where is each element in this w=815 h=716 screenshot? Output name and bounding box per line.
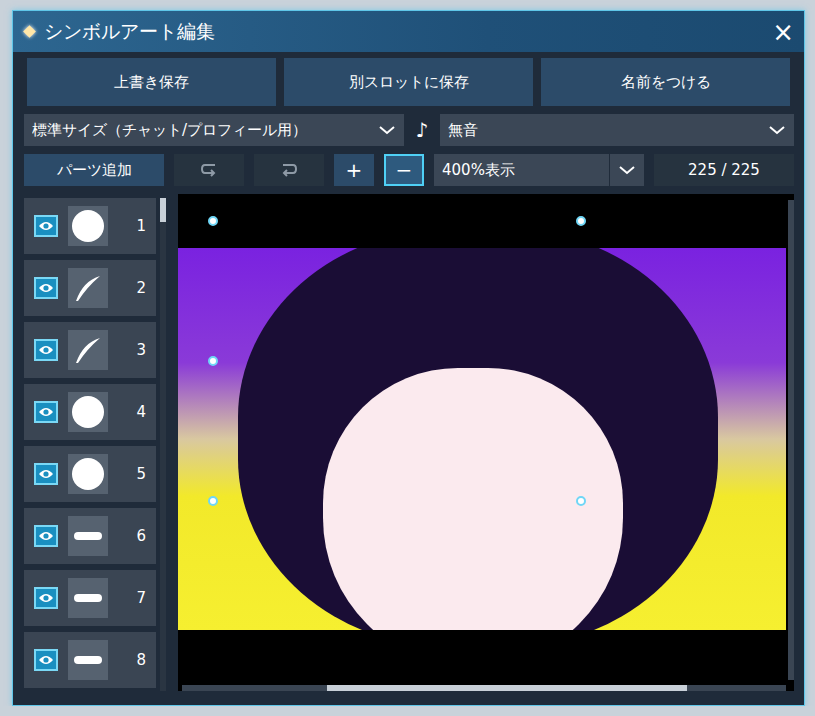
chevron-icon (760, 114, 794, 146)
canvas[interactable] (178, 194, 794, 691)
visibility-toggle[interactable] (34, 339, 58, 361)
window-title: シンボルアート編集 (44, 19, 772, 45)
symbol-art-picture (178, 248, 786, 630)
zoom-out-button[interactable]: − (384, 154, 424, 186)
canvas-horizontal-scrollbar[interactable] (182, 685, 786, 691)
layer-thumbnail (68, 578, 108, 618)
layer-item[interactable]: 3 (24, 322, 156, 378)
layer-item[interactable]: 7 (24, 570, 156, 626)
redo-button[interactable] (254, 154, 324, 186)
zoom-in-button[interactable]: + (334, 154, 374, 186)
layer-number: 2 (118, 279, 146, 297)
curve-icon (73, 335, 103, 365)
add-part-button[interactable]: パーツ追加 (24, 154, 164, 186)
layer-thumbnail (68, 268, 108, 308)
action-button[interactable]: 別スロットに保存 (284, 58, 533, 106)
selection-handle[interactable] (576, 496, 586, 506)
circle-icon (72, 396, 104, 428)
layer-thumbnail (68, 330, 108, 370)
curve-icon (73, 273, 103, 303)
close-button[interactable]: × (772, 19, 794, 45)
title-bar[interactable]: シンボルアート編集× (13, 11, 804, 52)
layer-list[interactable]: 1 2 3 4 5 6 7 8 (24, 194, 156, 691)
layer-thumbnail (68, 640, 108, 680)
layer-thumbnail (68, 392, 108, 432)
visibility-toggle[interactable] (34, 277, 58, 299)
undo-button[interactable] (174, 154, 244, 186)
selection-handle[interactable] (576, 216, 586, 226)
eye-icon (38, 344, 54, 356)
visibility-toggle[interactable] (34, 215, 58, 237)
layer-number: 5 (118, 465, 146, 483)
layer-item[interactable]: 1 (24, 198, 156, 254)
layer-thumbnail (68, 206, 108, 246)
bar-icon (74, 532, 102, 540)
undo-icon (199, 162, 219, 178)
layer-number: 4 (118, 403, 146, 421)
bar-icon (74, 594, 102, 602)
layer-item[interactable]: 6 (24, 508, 156, 564)
circle-icon (72, 458, 104, 490)
selection-handle[interactable] (208, 356, 218, 366)
visibility-toggle[interactable] (34, 401, 58, 423)
zoom-dropdown[interactable]: 400%表示 (434, 154, 644, 186)
layer-item[interactable]: 2 (24, 260, 156, 316)
eye-icon (38, 468, 54, 480)
chevron-icon (609, 154, 644, 186)
layer-number: 7 (118, 589, 146, 607)
eye-icon (38, 654, 54, 666)
visibility-toggle[interactable] (34, 463, 58, 485)
layer-scrollbar[interactable] (160, 198, 166, 691)
layer-thumbnail (68, 516, 108, 556)
action-button[interactable]: 名前をつける (541, 58, 790, 106)
canvas-vertical-scrollbar[interactable] (788, 200, 794, 680)
layer-item[interactable]: 4 (24, 384, 156, 440)
eye-icon (38, 592, 54, 604)
layer-number: 1 (118, 217, 146, 235)
eye-icon (38, 282, 54, 294)
visibility-toggle[interactable] (34, 587, 58, 609)
layer-number: 8 (118, 651, 146, 669)
visibility-toggle[interactable] (34, 525, 58, 547)
eye-icon (38, 406, 54, 418)
music-note-icon: ♪ (414, 118, 430, 142)
chevron-icon (370, 114, 404, 146)
size-dropdown[interactable]: 標準サイズ（チャット/プロフィール用） (24, 114, 404, 146)
layer-number: 6 (118, 527, 146, 545)
circle-icon (72, 210, 104, 242)
redo-icon (279, 162, 299, 178)
action-button[interactable]: 上書き保存 (27, 58, 276, 106)
selection-handle[interactable] (208, 216, 218, 226)
sound-dropdown[interactable]: 無音 (440, 114, 794, 146)
eye-icon (38, 220, 54, 232)
selection-handle[interactable] (208, 496, 218, 506)
layer-item[interactable]: 5 (24, 446, 156, 502)
visibility-toggle[interactable] (34, 649, 58, 671)
eye-icon (38, 530, 54, 542)
layer-number: 3 (118, 341, 146, 359)
layer-item[interactable]: 8 (24, 632, 156, 688)
symbol-art-window: シンボルアート編集× 上書き保存別スロットに保存名前をつける標準サイズ（チャット/… (12, 10, 805, 706)
layer-thumbnail (68, 454, 108, 494)
part-count: 225 / 225 (654, 154, 794, 186)
bar-icon (74, 656, 102, 664)
diamond-icon (23, 25, 36, 38)
